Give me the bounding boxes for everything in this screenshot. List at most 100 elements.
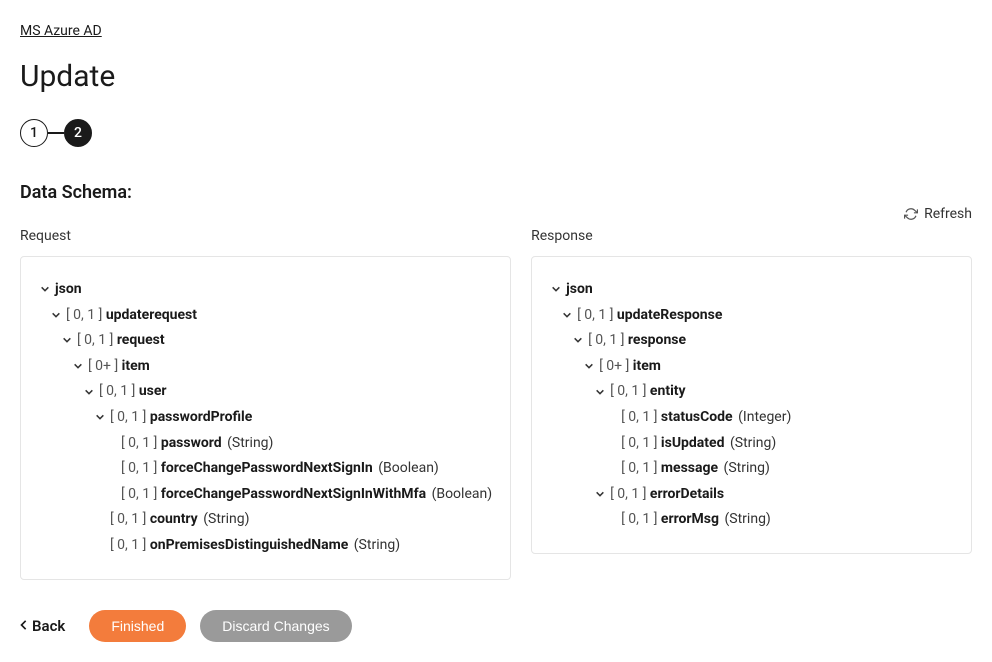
tree-node[interactable]: [ 0, 1 ] passwordProfile <box>39 405 492 431</box>
cardinality-label: [ 0, 1 ] <box>110 409 150 425</box>
node-type: (String) <box>203 511 249 527</box>
cardinality-label: [ 0, 1 ] <box>610 383 650 399</box>
request-label: Request <box>20 228 511 244</box>
tree-node[interactable]: [ 0, 1 ] updaterequest <box>39 303 492 329</box>
node-name: user <box>139 383 167 399</box>
tree-node[interactable]: [ 0, 1 ] password (String) <box>39 431 492 457</box>
cardinality-label: [ 0, 1 ] <box>121 460 161 476</box>
tree-node[interactable]: json <box>39 277 492 303</box>
cardinality-label: [ 0, 1 ] <box>621 435 661 451</box>
node-type: (String) <box>354 537 400 553</box>
node-type: (Boolean) <box>432 486 493 502</box>
chevron-down-icon[interactable] <box>72 360 84 372</box>
node-type: (String) <box>725 511 771 527</box>
response-tree: json[ 0, 1 ] updateResponse[ 0, 1 ] resp… <box>531 256 972 554</box>
tree-node[interactable]: [ 0, 1 ] updateResponse <box>550 303 953 329</box>
discard-button[interactable]: Discard Changes <box>200 610 351 642</box>
node-name: forceChangePasswordNextSignIn <box>161 460 373 476</box>
tree-node[interactable]: [ 0, 1 ] isUpdated (String) <box>550 431 953 457</box>
refresh-label: Refresh <box>924 206 972 222</box>
tree-node[interactable]: [ 0, 1 ] statusCode (Integer) <box>550 405 953 431</box>
cardinality-label: [ 0, 1 ] <box>588 332 628 348</box>
node-name: request <box>117 332 165 348</box>
page-title: Update <box>20 59 972 94</box>
tree-node[interactable]: [ 0, 1 ] onPremisesDistinguishedName (St… <box>39 533 492 559</box>
finished-button[interactable]: Finished <box>89 610 186 642</box>
step-2[interactable]: 2 <box>64 119 92 147</box>
cardinality-label: [ 0, 1 ] <box>610 486 650 502</box>
chevron-down-icon[interactable] <box>594 488 606 500</box>
node-name: passwordProfile <box>150 409 252 425</box>
node-type: (String) <box>724 460 770 476</box>
node-name: forceChangePasswordNextSignInWithMfa <box>161 486 426 502</box>
node-type: (Boolean) <box>378 460 439 476</box>
chevron-down-icon[interactable] <box>561 309 573 321</box>
tree-node[interactable]: [ 0, 1 ] errorDetails <box>550 482 953 508</box>
response-label: Response <box>531 228 972 244</box>
chevron-left-icon <box>20 619 28 633</box>
cardinality-label: [ 0, 1 ] <box>121 486 161 502</box>
tree-node[interactable]: [ 0+ ] item <box>550 354 953 380</box>
tree-node[interactable]: [ 0, 1 ] message (String) <box>550 456 953 482</box>
node-name: country <box>150 511 198 527</box>
cardinality-label: [ 0, 1 ] <box>621 511 661 527</box>
cardinality-label: [ 0, 1 ] <box>621 460 661 476</box>
tree-node[interactable]: [ 0, 1 ] response <box>550 328 953 354</box>
chevron-down-icon[interactable] <box>583 360 595 372</box>
section-title: Data Schema: <box>20 182 972 203</box>
node-name: response <box>628 332 686 348</box>
cardinality-label: [ 0, 1 ] <box>99 383 139 399</box>
node-name: isUpdated <box>661 435 725 451</box>
node-name: onPremisesDistinguishedName <box>150 537 348 553</box>
cardinality-label: [ 0+ ] <box>599 358 633 374</box>
chevron-down-icon[interactable] <box>61 334 73 346</box>
footer: Back Finished Discard Changes <box>20 610 972 642</box>
chevron-down-icon[interactable] <box>572 334 584 346</box>
request-column: Request json[ 0, 1 ] updaterequest[ 0, 1… <box>20 228 511 580</box>
cardinality-label: [ 0, 1 ] <box>110 537 150 553</box>
node-name: password <box>161 435 222 451</box>
tree-node[interactable]: [ 0, 1 ] user <box>39 379 492 405</box>
back-label: Back <box>32 617 65 635</box>
node-name: errorMsg <box>661 511 719 527</box>
cardinality-label: [ 0, 1 ] <box>110 511 150 527</box>
chevron-down-icon[interactable] <box>550 283 562 295</box>
refresh-button[interactable]: Refresh <box>904 206 972 222</box>
chevron-down-icon[interactable] <box>39 283 51 295</box>
node-type: (String) <box>227 435 273 451</box>
tree-node[interactable]: [ 0, 1 ] errorMsg (String) <box>550 507 953 533</box>
node-name: message <box>661 460 718 476</box>
node-name: updateResponse <box>617 307 723 323</box>
tree-node[interactable]: json <box>550 277 953 303</box>
cardinality-label: [ 0, 1 ] <box>66 307 106 323</box>
back-button[interactable]: Back <box>20 617 65 635</box>
breadcrumb-link[interactable]: MS Azure AD <box>20 23 102 39</box>
node-name: errorDetails <box>650 486 724 502</box>
chevron-down-icon[interactable] <box>94 411 106 423</box>
tree-node[interactable]: [ 0, 1 ] country (String) <box>39 507 492 533</box>
chevron-down-icon[interactable] <box>83 386 95 398</box>
node-name: statusCode <box>661 409 733 425</box>
step-connector <box>48 132 64 134</box>
node-name: item <box>122 358 150 374</box>
refresh-icon <box>904 207 918 221</box>
cardinality-label: [ 0, 1 ] <box>121 435 161 451</box>
step-1[interactable]: 1 <box>20 119 48 147</box>
cardinality-label: [ 0+ ] <box>88 358 122 374</box>
node-name: item <box>633 358 661 374</box>
stepper: 1 2 <box>20 119 972 147</box>
tree-node[interactable]: [ 0, 1 ] forceChangePasswordNextSignIn (… <box>39 456 492 482</box>
cardinality-label: [ 0, 1 ] <box>577 307 617 323</box>
tree-node[interactable]: [ 0, 1 ] entity <box>550 379 953 405</box>
node-type: (Integer) <box>738 409 791 425</box>
request-tree: json[ 0, 1 ] updaterequest[ 0, 1 ] reque… <box>20 256 511 580</box>
tree-node[interactable]: [ 0, 1 ] forceChangePasswordNextSignInWi… <box>39 482 492 508</box>
tree-node[interactable]: [ 0+ ] item <box>39 354 492 380</box>
tree-node[interactable]: [ 0, 1 ] request <box>39 328 492 354</box>
chevron-down-icon[interactable] <box>594 386 606 398</box>
cardinality-label: [ 0, 1 ] <box>621 409 661 425</box>
node-name: updaterequest <box>106 307 197 323</box>
cardinality-label: [ 0, 1 ] <box>77 332 117 348</box>
chevron-down-icon[interactable] <box>50 309 62 321</box>
node-name: json <box>55 281 82 297</box>
